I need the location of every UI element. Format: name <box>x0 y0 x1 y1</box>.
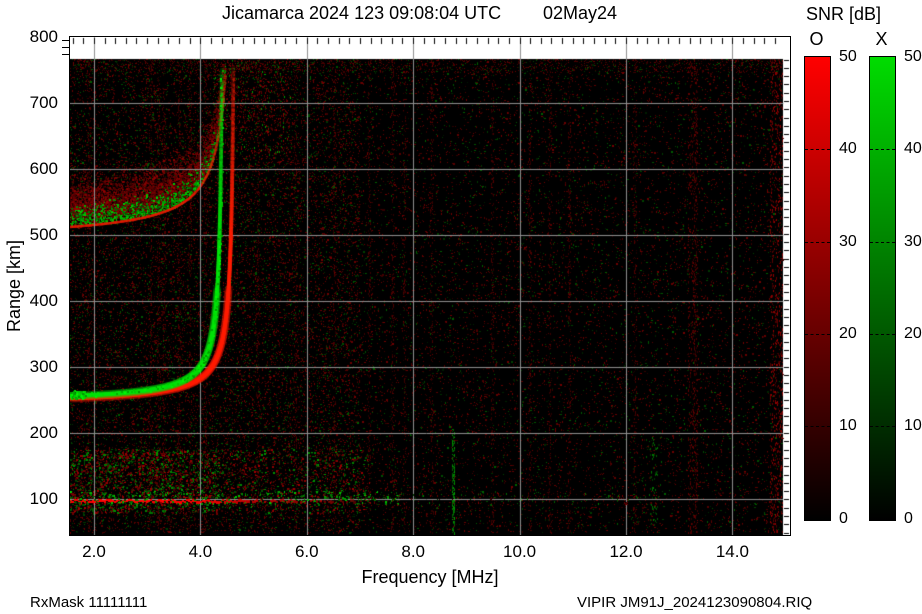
x-tick-label: 14.0 <box>715 542 749 561</box>
colorbar-tick-label: 20 <box>904 324 922 342</box>
colorbar-x-label: X <box>875 29 888 49</box>
x-tick-label: 12.0 <box>609 542 643 561</box>
colorbar-tick-label: 30 <box>904 232 922 250</box>
x-axis-label: Frequency [MHz] <box>361 567 499 587</box>
plot-date: 02May24 <box>543 3 618 23</box>
y-tick-label: 200 <box>29 423 58 442</box>
file-annotation: VIPIR JM91J_2024123090804.RIQ <box>577 594 813 611</box>
colorbar-o-gradient <box>804 56 831 521</box>
x-tick-label: 6.0 <box>294 542 319 561</box>
x-tick-label: 10.0 <box>503 542 537 561</box>
colorbar-tick-dash <box>870 241 895 243</box>
x-tick-label: 2.0 <box>82 542 106 561</box>
x-tick-label: 4.0 <box>188 542 213 561</box>
colorbar-tick-label: 20 <box>839 324 857 342</box>
y-tick-label: 600 <box>29 159 58 178</box>
colorbar-tick-dash <box>805 333 830 335</box>
colorbar-tick-dash <box>870 149 895 151</box>
y-tick-label: 100 <box>29 489 58 508</box>
colorbar-title: SNR [dB] <box>806 4 882 24</box>
colorbar-tick-label: 10 <box>839 417 857 435</box>
y-axis-label: Range [km] <box>4 239 24 333</box>
colorbar-tick-dash <box>870 333 895 335</box>
colorbar-tick-dash <box>805 426 830 428</box>
colorbar-tick-dash <box>805 149 830 151</box>
colorbar-x-gradient <box>869 56 896 521</box>
no-data-hatch-left-icon <box>62 40 70 58</box>
colorbar-o-label: O <box>809 29 824 49</box>
x-tick-label: 8.0 <box>401 542 425 561</box>
colorbar-tick-label: 10 <box>904 417 922 435</box>
colorbar-tick-label: 40 <box>904 140 922 158</box>
ionogram-canvas <box>70 37 790 535</box>
rxmask-annotation: RxMask 11111111 <box>30 594 148 611</box>
y-tick-label: 300 <box>29 357 58 376</box>
colorbar-tick-dash <box>805 241 830 243</box>
colorbar-tick-label: 0 <box>904 509 913 527</box>
colorbar-tick-label: 50 <box>839 48 857 65</box>
ionogram-figure: Jicamarca 2024 123 09:08:04 UTC 02May24 … <box>0 0 922 614</box>
colorbar-tick-label: 50 <box>904 48 922 65</box>
y-tick-label: 700 <box>29 93 58 112</box>
colorbar-tick-label: 0 <box>839 509 848 527</box>
colorbar-tick-label: 40 <box>839 140 857 158</box>
y-tick-label: 800 <box>29 27 58 46</box>
plot-title: Jicamarca 2024 123 09:08:04 UTC <box>222 3 502 23</box>
colorbar-tick-dash <box>870 426 895 428</box>
colorbar-tick-label: 30 <box>839 232 857 250</box>
